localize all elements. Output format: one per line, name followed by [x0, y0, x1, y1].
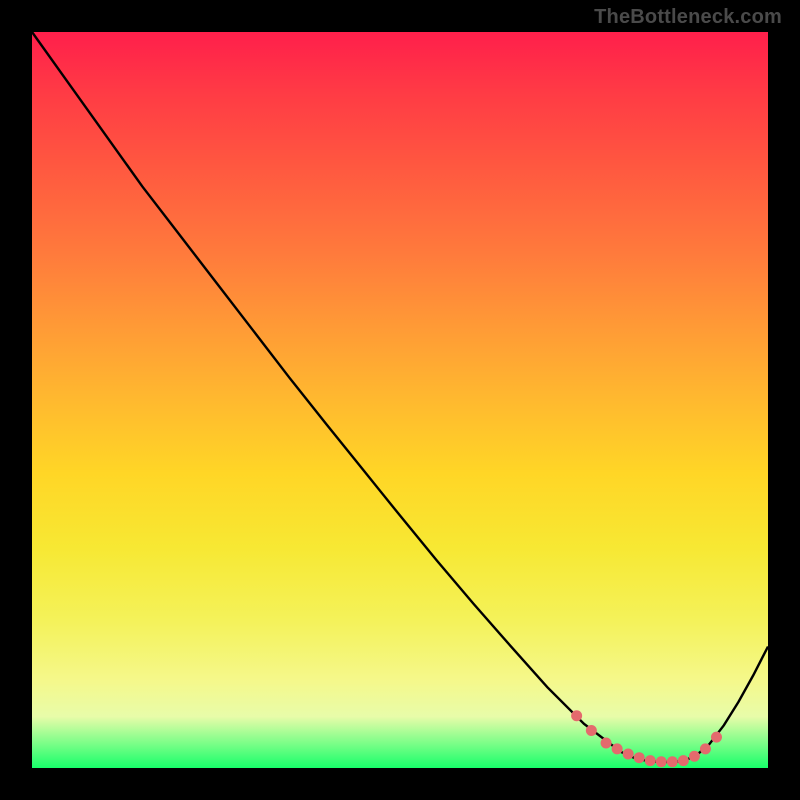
curve-marker — [711, 732, 722, 743]
curve-marker — [645, 755, 656, 766]
curve-marker — [586, 725, 597, 736]
plot-area — [32, 32, 768, 768]
chart-frame: TheBottleneck.com — [0, 0, 800, 800]
curve-marker — [700, 743, 711, 754]
curve-path — [32, 32, 768, 762]
attribution-watermark: TheBottleneck.com — [594, 6, 782, 29]
curve-marker — [601, 737, 612, 748]
curve-marker — [678, 755, 689, 766]
marker-group — [571, 710, 722, 767]
curve-marker — [656, 756, 667, 767]
curve-marker — [634, 752, 645, 763]
curve-marker — [667, 756, 678, 767]
curve-marker — [689, 751, 700, 762]
curve-marker — [571, 710, 582, 721]
curve-path-group — [32, 32, 768, 762]
curve-marker — [623, 749, 634, 760]
curve-marker — [612, 743, 623, 754]
bottleneck-curve — [32, 32, 768, 768]
